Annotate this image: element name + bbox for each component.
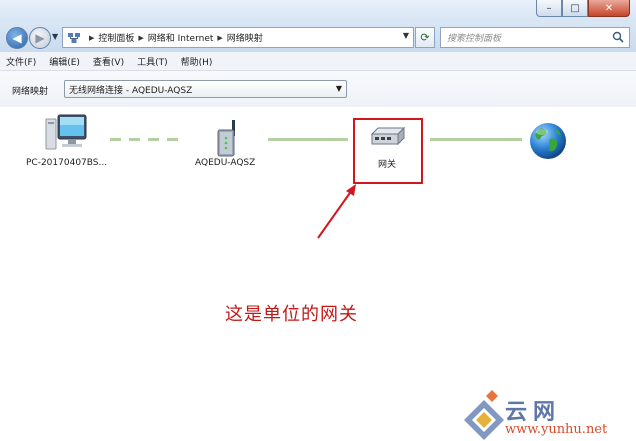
- menu-help[interactable]: 帮助(H): [181, 55, 213, 68]
- map-select-value: 无线网络连接 - AQEDU-AQSZ: [69, 85, 193, 96]
- menu-bar: 文件(F) 编辑(E) 查看(V) 工具(T) 帮助(H): [0, 52, 636, 71]
- refresh-button[interactable]: ⟳: [415, 27, 435, 48]
- breadcrumb-separator: ▶: [217, 33, 223, 42]
- node-label-router: AQEDU-AQSZ: [195, 158, 256, 168]
- menu-edit[interactable]: 编辑(E): [49, 55, 80, 68]
- arrow-right-icon: ▶: [35, 31, 45, 45]
- breadcrumb-network-map[interactable]: 网络映射: [227, 31, 263, 44]
- search-placeholder: 搜索控制面板: [447, 34, 502, 44]
- internet-globe-icon[interactable]: [528, 121, 568, 161]
- breadcrumb-separator: ▶: [138, 33, 144, 42]
- network-icon: [68, 32, 80, 43]
- recent-pages-dropdown[interactable]: ▼: [52, 32, 58, 41]
- minimize-button[interactable]: –: [536, 0, 562, 17]
- navigation-bar: ◀ ▶ ▼ ▶ 控制面板 ▶ 网络和 Internet ▶ 网络映射 ▼ ⟳ 搜…: [0, 22, 636, 52]
- link-router-to-gateway: [268, 138, 348, 141]
- caption-buttons: – □ ✕: [536, 0, 630, 17]
- chevron-down-icon: ▼: [335, 84, 342, 93]
- computer-icon[interactable]: [44, 113, 88, 155]
- close-button[interactable]: ✕: [588, 0, 630, 17]
- title-bar: – □ ✕: [0, 0, 636, 22]
- menu-tools[interactable]: 工具(T): [137, 55, 168, 68]
- breadcrumb-control-panel[interactable]: 控制面板: [98, 31, 134, 44]
- map-selector-row: 网络映射 无线网络连接 - AQEDU-AQSZ ▼: [0, 71, 636, 107]
- breadcrumb-network-internet[interactable]: 网络和 Internet: [148, 31, 214, 44]
- wireless-router-icon[interactable]: [210, 118, 246, 158]
- refresh-icon: ⟳: [420, 31, 430, 44]
- watermark-url: www.yunhu.net: [505, 422, 608, 437]
- address-history-dropdown[interactable]: ▼: [403, 31, 409, 40]
- address-bar[interactable]: ▶ 控制面板 ▶ 网络和 Internet ▶ 网络映射 ▼: [62, 27, 414, 48]
- back-button[interactable]: ◀: [6, 27, 28, 49]
- link-gateway-to-internet: [430, 138, 522, 141]
- breadcrumb-separator: ▶: [89, 33, 95, 42]
- menu-view[interactable]: 查看(V): [93, 55, 124, 68]
- arrow-left-icon: ◀: [12, 31, 22, 45]
- gateway-highlight-box: [353, 118, 423, 184]
- search-icon: [612, 31, 624, 43]
- annotation-text: 这是单位的网关: [225, 304, 358, 325]
- link-pc-to-router: [110, 138, 185, 141]
- map-selector-label: 网络映射: [12, 87, 49, 97]
- annotation-arrow: [317, 184, 356, 239]
- maximize-button[interactable]: □: [562, 0, 588, 17]
- node-label-pc: PC-20170407BS...: [26, 158, 108, 168]
- search-input[interactable]: 搜索控制面板: [440, 27, 630, 48]
- network-map-select[interactable]: 无线网络连接 - AQEDU-AQSZ ▼: [64, 80, 347, 98]
- forward-button[interactable]: ▶: [29, 27, 51, 49]
- menu-file[interactable]: 文件(F): [6, 55, 36, 68]
